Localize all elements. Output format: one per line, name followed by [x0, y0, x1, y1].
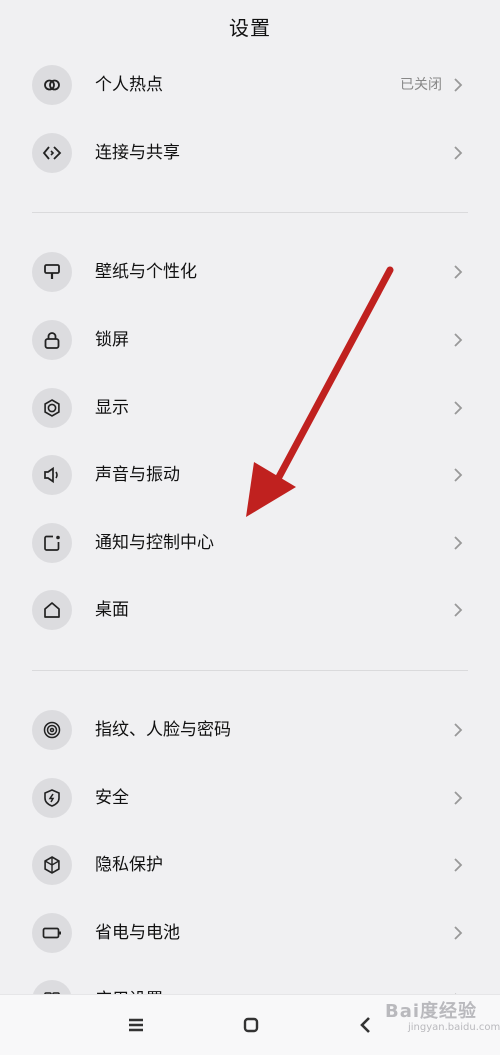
- chevron-right-icon: [454, 78, 463, 92]
- chevron-right-icon: [454, 333, 463, 347]
- home-button-icon[interactable]: [239, 1013, 263, 1037]
- settings-item-sound-vibration[interactable]: 声音与振动: [0, 441, 500, 509]
- section-divider: [32, 670, 468, 671]
- battery-icon: [32, 913, 72, 953]
- watermark-url: jingyan.baidu.com: [408, 1022, 500, 1033]
- settings-item-label: 个人热点: [95, 75, 163, 95]
- settings-item-label: 壁纸与个性化: [95, 262, 197, 282]
- settings-item-label: 桌面: [95, 600, 129, 620]
- chevron-right-icon: [454, 723, 463, 737]
- section-divider: [32, 212, 468, 213]
- settings-item-label: 通知与控制中心: [95, 533, 214, 553]
- shield-icon: [32, 778, 72, 818]
- speaker-icon: [32, 455, 72, 495]
- chevron-right-icon: [454, 858, 463, 872]
- settings-item-label: 隐私保护: [95, 855, 163, 875]
- settings-item-notifications[interactable]: 通知与控制中心: [0, 509, 500, 577]
- settings-item-security[interactable]: 安全: [0, 764, 500, 832]
- chevron-right-icon: [454, 926, 463, 940]
- settings-item-fingerprint[interactable]: 指纹、人脸与密码: [0, 696, 500, 764]
- settings-item-label: 锁屏: [95, 330, 129, 350]
- chevron-right-icon: [454, 536, 463, 550]
- chevron-right-icon: [454, 468, 463, 482]
- chevron-right-icon: [454, 401, 463, 415]
- settings-item-label: 连接与共享: [95, 143, 180, 163]
- hotspot-status: 已关闭: [400, 77, 442, 93]
- fingerprint-icon: [32, 710, 72, 750]
- settings-item-label: 显示: [95, 398, 129, 418]
- chevron-right-icon: [454, 265, 463, 279]
- settings-item-label: 声音与振动: [95, 465, 180, 485]
- notification-icon: [32, 523, 72, 563]
- settings-item-desktop[interactable]: 桌面: [0, 576, 500, 644]
- settings-item-wallpaper[interactable]: 壁纸与个性化: [0, 238, 500, 306]
- header: 设置: [0, 0, 500, 48]
- settings-item-label: 指纹、人脸与密码: [95, 720, 231, 740]
- settings-item-hotspot[interactable]: 个人热点 已关闭: [0, 51, 500, 119]
- settings-item-display[interactable]: 显示: [0, 374, 500, 442]
- settings-item-privacy[interactable]: 隐私保护: [0, 831, 500, 899]
- settings-item-battery[interactable]: 省电与电池: [0, 899, 500, 967]
- settings-item-label: 省电与电池: [95, 923, 180, 943]
- lock-icon: [32, 320, 72, 360]
- brush-icon: [32, 252, 72, 292]
- chevron-right-icon: [454, 146, 463, 160]
- share-icon: [32, 133, 72, 173]
- chevron-right-icon: [454, 603, 463, 617]
- watermark: Bai度经验: [385, 1001, 478, 1022]
- home-icon: [32, 590, 72, 630]
- page-title: 设置: [229, 16, 271, 40]
- chevron-right-icon: [454, 791, 463, 805]
- back-icon[interactable]: [354, 1013, 378, 1037]
- settings-item-connection-sharing[interactable]: 连接与共享: [0, 119, 500, 187]
- settings-item-label: 安全: [95, 788, 129, 808]
- settings-item-lockscreen[interactable]: 锁屏: [0, 306, 500, 374]
- brightness-icon: [32, 388, 72, 428]
- privacy-icon: [32, 845, 72, 885]
- hotspot-icon: [32, 65, 72, 105]
- menu-icon[interactable]: [124, 1013, 148, 1037]
